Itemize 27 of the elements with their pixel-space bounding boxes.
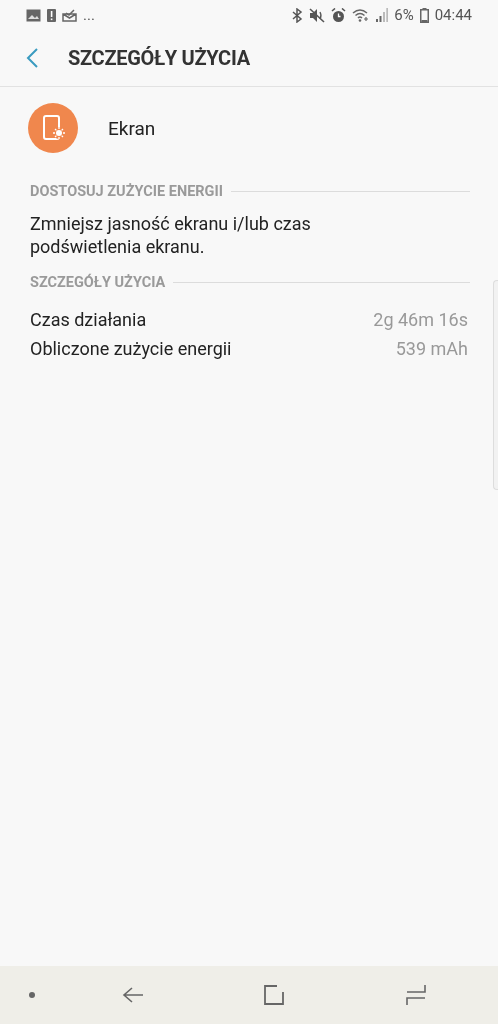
recent-apps-icon[interactable] [405, 984, 428, 1006]
alarm-icon [331, 7, 347, 23]
mute-icon [309, 7, 326, 23]
home-icon[interactable] [263, 984, 286, 1006]
section-header: DOSTOSUJ ZUŻYCIE ENERGII [30, 183, 223, 200]
wifi-icon [352, 8, 371, 22]
section-header: SZCZEGÓŁY UŻYCIA [30, 274, 166, 291]
alert-icon [47, 8, 56, 22]
more-notifications-text: ... [83, 6, 95, 24]
scroll-handle[interactable] [493, 280, 498, 490]
bluetooth-icon [291, 7, 304, 23]
back-icon[interactable] [121, 987, 144, 1003]
screen-brightness-icon [28, 103, 78, 153]
app-name: Ekran [108, 116, 156, 140]
tip-text: Zmniejsz jasność ekranu i/lub czas podświetlenia ekranu. [30, 212, 312, 258]
battery-percent: 6% [394, 6, 414, 24]
row-value: 2g 46m 16s [373, 308, 468, 332]
dot-icon[interactable] [28, 991, 36, 999]
clock-time: 04:44 [434, 6, 472, 24]
signal-icon [376, 8, 389, 22]
image-icon [26, 8, 41, 22]
mail-icon [62, 8, 77, 22]
row-label: Czas działania [30, 308, 147, 332]
row-label: Obliczone zużycie energii [30, 337, 232, 361]
row-value: 539 mAh [395, 337, 468, 361]
page-title: SZCZEGÓŁY UŻYCIA [68, 46, 250, 70]
battery-icon [419, 7, 429, 23]
